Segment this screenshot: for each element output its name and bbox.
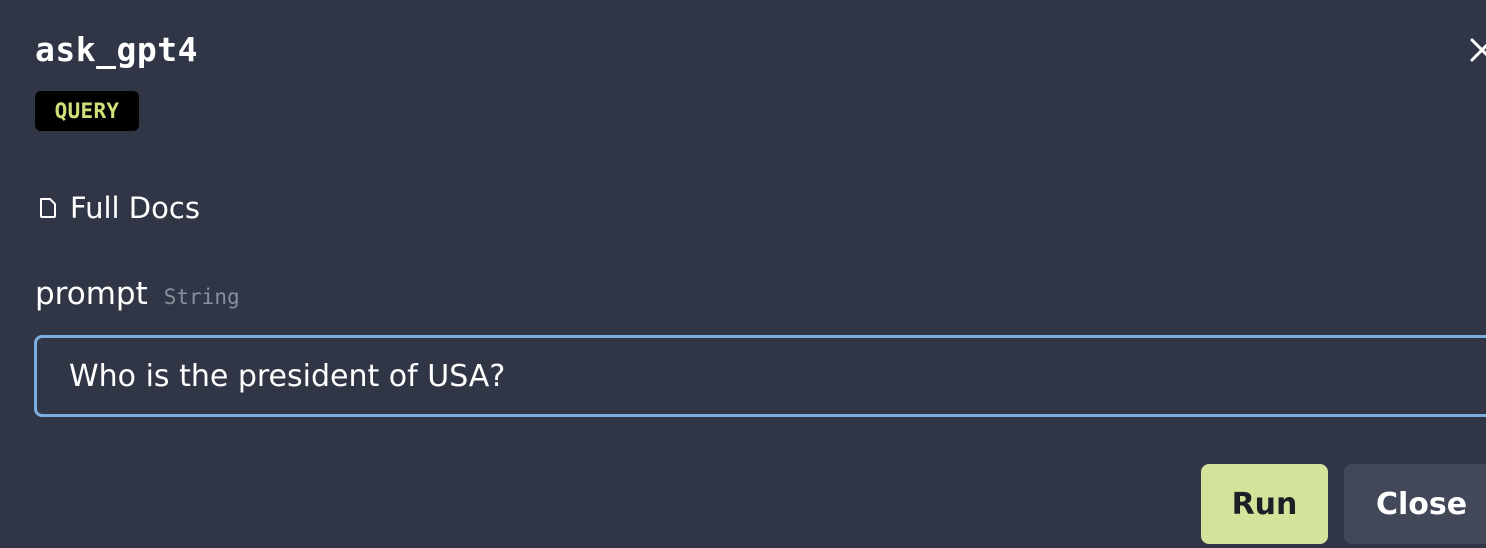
function-dialog: ask_gpt4 QUERY Full Docs prompt String R… — [0, 0, 1486, 548]
field-name: prompt — [35, 276, 148, 312]
dialog-title: ask_gpt4 — [35, 30, 198, 69]
field-type: String — [163, 285, 240, 309]
close-icon[interactable] — [1468, 36, 1486, 66]
badge-label: QUERY — [54, 99, 120, 123]
full-docs-link[interactable]: Full Docs — [38, 188, 200, 228]
full-docs-label: Full Docs — [70, 191, 200, 225]
prompt-input[interactable] — [69, 338, 1469, 414]
run-button[interactable]: Run — [1201, 464, 1328, 544]
prompt-field-label: prompt String — [35, 276, 240, 312]
prompt-input-container — [34, 335, 1486, 417]
query-badge: QUERY — [35, 91, 139, 131]
close-button[interactable]: Close — [1344, 464, 1486, 544]
close-x-glyph — [1470, 38, 1486, 62]
document-icon — [40, 198, 56, 218]
